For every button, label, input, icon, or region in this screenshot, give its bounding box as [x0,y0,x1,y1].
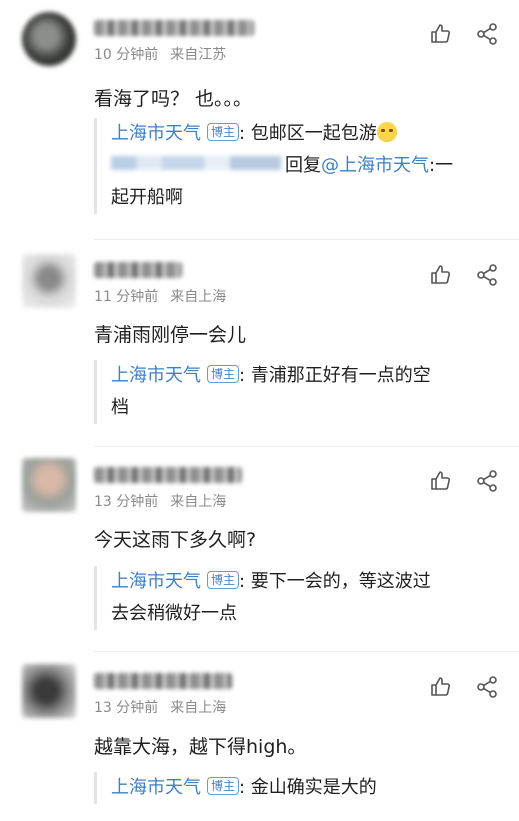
avatar[interactable] [22,458,76,512]
reply-author-link[interactable]: 上海市天气 [111,571,201,592]
comment-time: 10 分钟前 [94,47,159,63]
comment-meta: 13 分钟前 来自上海 [94,491,226,511]
comment-location: 来自上海 [170,494,227,510]
like-icon[interactable] [429,469,453,493]
share-icon[interactable] [475,22,499,46]
comment-time: 13 分钟前 [94,700,159,716]
crying-emoji-icon [376,122,397,142]
comment-location: 来自江苏 [170,47,227,63]
reply-text: :一 [429,155,454,176]
username-blurred[interactable] [111,156,281,170]
reply-word: 回复 [285,155,321,176]
reply-text: : 青浦那正好有一点的空 [239,365,431,386]
comment-actions [429,469,499,493]
comment-text: 今天这雨下多久啊? [94,529,257,551]
reply-text: : 包邮区一起包游 [239,123,377,144]
share-icon[interactable] [475,469,499,493]
comment-location: 来自上海 [170,700,227,716]
reply-text: 起开船啊 [111,187,183,208]
share-icon[interactable] [475,263,499,287]
reply-line: 上海市天气 博主: 金山确实是大的 [111,772,502,804]
reply-author-link[interactable]: 上海市天气 [111,365,201,386]
comment-actions [429,675,499,699]
reply-text: : 金山确实是大的 [239,777,377,798]
avatar[interactable] [22,12,76,66]
comment-time: 11 分钟前 [94,289,159,305]
username-blurred[interactable] [94,20,254,36]
comment-time: 13 分钟前 [94,494,159,510]
comment-meta: 13 分钟前 来自上海 [94,697,226,717]
reply-block: 上海市天气 博主: 青浦那正好有一点的空 档 [94,360,502,424]
username-blurred[interactable] [94,262,182,278]
comment-text: 越靠大海，越下得high。 [94,736,307,758]
like-icon[interactable] [429,263,453,287]
username-blurred[interactable] [94,673,232,689]
mention-link[interactable]: @上海市天气 [321,155,429,176]
reply-block: 上海市天气 博主: 金山确实是大的 [94,772,502,804]
reply-line: 上海市天气 博主: 要下一会的，等这波过 [111,566,502,598]
blogger-badge: 博主 [207,571,240,589]
divider [94,651,519,652]
divider [94,239,519,240]
reply-line: 上海市天气 博主: 青浦那正好有一点的空 [111,360,502,392]
blogger-badge: 博主 [207,123,240,141]
comment-location: 来自上海 [170,289,227,305]
reply-block: 上海市天气 博主: 要下一会的，等这波过 去会稍微好一点 [94,566,502,630]
share-icon[interactable] [475,675,499,699]
like-icon[interactable] [429,675,453,699]
reply-block: 上海市天气 博主: 包邮区一起包游 回复@上海市天气:一 起开船啊 [94,118,502,214]
reply-text: 档 [111,397,129,418]
username-blurred[interactable] [94,467,242,483]
blogger-badge: 博主 [207,365,240,383]
reply-author-link[interactable]: 上海市天气 [111,123,201,144]
avatar[interactable] [22,664,76,718]
comment-actions [429,263,499,287]
blogger-badge: 博主 [207,777,240,795]
divider [94,446,519,447]
comment-text: 青浦雨刚停一会儿 [94,324,247,346]
reply-text: 去会稍微好一点 [111,603,237,624]
comment-text: 看海了吗？ 也。。。 [94,88,253,110]
like-icon[interactable] [429,22,453,46]
avatar[interactable] [22,254,76,308]
comment-meta: 10 分钟前 来自江苏 [94,44,226,64]
reply-line: 上海市天气 博主: 包邮区一起包游 [111,118,502,150]
reply-text: : 要下一会的，等这波过 [239,571,431,592]
comment-meta: 11 分钟前 来自上海 [94,286,226,306]
comment-actions [429,22,499,46]
reply-line: 回复@上海市天气:一 [111,150,502,182]
reply-author-link[interactable]: 上海市天气 [111,777,201,798]
